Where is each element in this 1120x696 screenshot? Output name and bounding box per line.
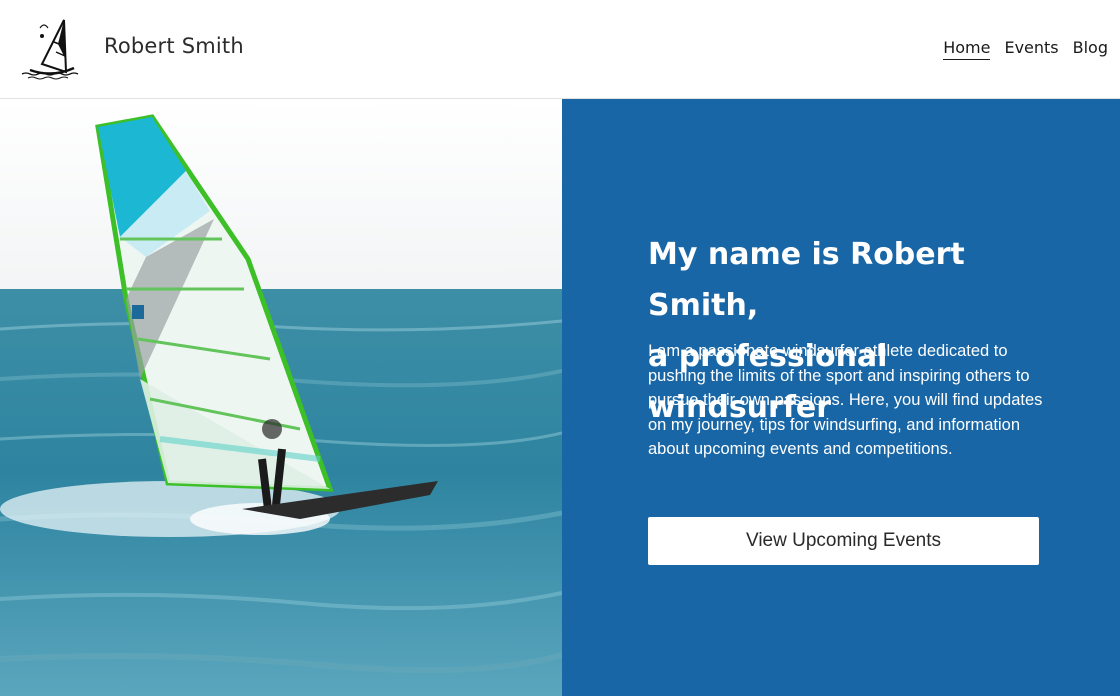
- hero-panel: My name is Robert Smith, a professional …: [562, 99, 1120, 696]
- nav-link-events[interactable]: Events: [1004, 38, 1058, 60]
- windsurfer-logo-icon[interactable]: [18, 16, 86, 80]
- headline-line-1: My name is Robert Smith,: [648, 237, 965, 323]
- site-name[interactable]: Robert Smith: [104, 34, 244, 58]
- main-nav: Home Events Blog: [943, 38, 1108, 60]
- site-header: Robert Smith Home Events Blog: [0, 0, 1120, 99]
- windsurfer-photo: [0, 99, 562, 696]
- nav-link-blog[interactable]: Blog: [1073, 38, 1108, 60]
- hero-intro: I am a passionate windsurfer athlete ded…: [648, 342, 1043, 458]
- nav-link-home[interactable]: Home: [943, 38, 991, 60]
- view-upcoming-events-button[interactable]: View Upcoming Events: [648, 517, 1039, 565]
